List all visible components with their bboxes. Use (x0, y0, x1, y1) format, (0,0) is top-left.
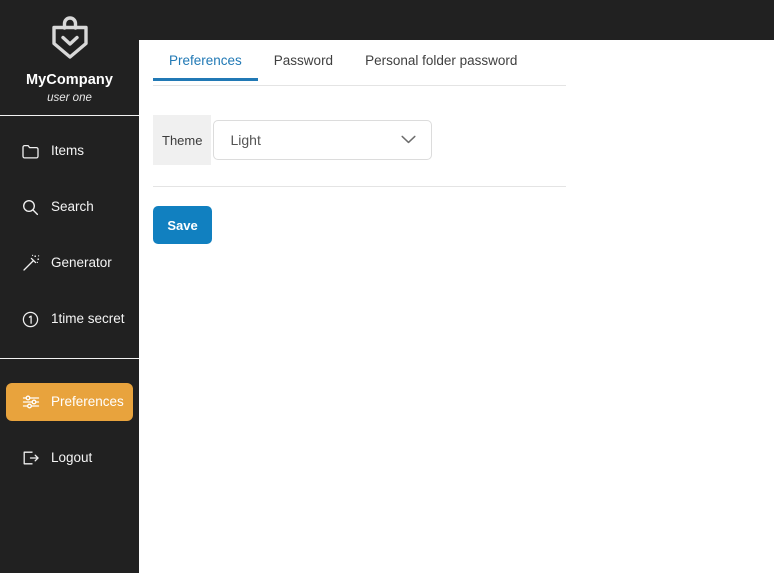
tab-label: Personal folder password (365, 53, 518, 68)
sidebar-item-logout[interactable]: Logout (6, 439, 133, 477)
user-name: user one (47, 92, 92, 104)
shield-badge-icon (42, 14, 98, 66)
sidebar-divider-bottom (0, 358, 139, 359)
sidebar-item-label: Items (51, 143, 85, 159)
settings-tabs: Preferences Password Personal folder pas… (153, 40, 566, 86)
folder-icon (20, 141, 41, 161)
sidebar-item-label: Search (51, 199, 94, 215)
tab-preferences[interactable]: Preferences (153, 40, 258, 81)
magic-wand-icon (20, 253, 41, 273)
logout-arrow-icon (20, 448, 41, 468)
theme-field-row: Theme Light (153, 115, 566, 165)
sidebar-item-preferences[interactable]: Preferences (6, 383, 133, 421)
brand-name: MyCompany (25, 72, 114, 88)
brand-block: MyCompany user one (0, 0, 139, 104)
tab-label: Preferences (169, 53, 242, 68)
form-divider (153, 186, 566, 187)
sidebar-item-label: Preferences (51, 394, 124, 410)
theme-select[interactable]: Light (213, 120, 433, 160)
sidebar-nav: Items Search Generator 1time secret Pref… (0, 116, 139, 477)
sidebar-item-items[interactable]: Items (6, 132, 133, 170)
tab-password[interactable]: Password (258, 40, 349, 80)
theme-select-wrapper[interactable]: Light (213, 120, 433, 160)
sidebar-item-label: Generator (51, 255, 112, 271)
tab-label: Password (273, 53, 334, 68)
preferences-form: Theme Light Save (153, 115, 566, 244)
sidebar-item-label: 1time secret (51, 311, 125, 327)
sliders-icon (20, 392, 41, 412)
sidebar-item-search[interactable]: Search (6, 188, 133, 226)
sidebar-item-label: Logout (51, 450, 93, 466)
tab-personal-folder-password[interactable]: Personal folder password (349, 40, 533, 80)
sidebar-item-generator[interactable]: Generator (6, 244, 133, 282)
search-icon (20, 197, 41, 217)
main-content: Preferences Password Personal folder pas… (139, 40, 774, 573)
sidebar-item-1time-secret[interactable]: 1time secret (6, 300, 133, 338)
theme-select-value: Light (230, 132, 261, 148)
save-button[interactable]: Save (153, 206, 212, 244)
theme-label: Theme (153, 115, 212, 165)
sidebar: MyCompany user one Items Search Generato… (0, 0, 139, 573)
circle-one-icon (20, 309, 41, 329)
